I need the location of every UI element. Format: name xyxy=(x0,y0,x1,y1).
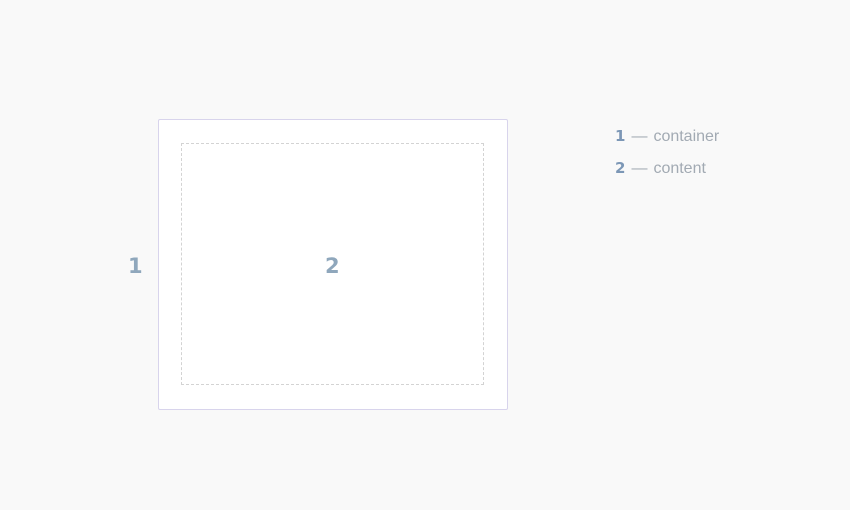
legend-item-content: 2 — content xyxy=(615,159,719,191)
legend-separator: — xyxy=(631,128,648,145)
legend-label: content xyxy=(653,160,706,177)
legend-label: container xyxy=(653,128,720,145)
content-marker: 2 xyxy=(325,254,340,278)
legend-item-container: 1 — container xyxy=(615,127,719,159)
diagram-canvas: 1 2 1 — container 2 — content xyxy=(0,0,850,510)
legend-separator: — xyxy=(631,160,648,177)
legend: 1 — container 2 — content xyxy=(615,127,719,191)
legend-number: 2 xyxy=(615,159,626,177)
container-marker: 1 xyxy=(128,254,143,278)
legend-number: 1 xyxy=(615,127,626,145)
